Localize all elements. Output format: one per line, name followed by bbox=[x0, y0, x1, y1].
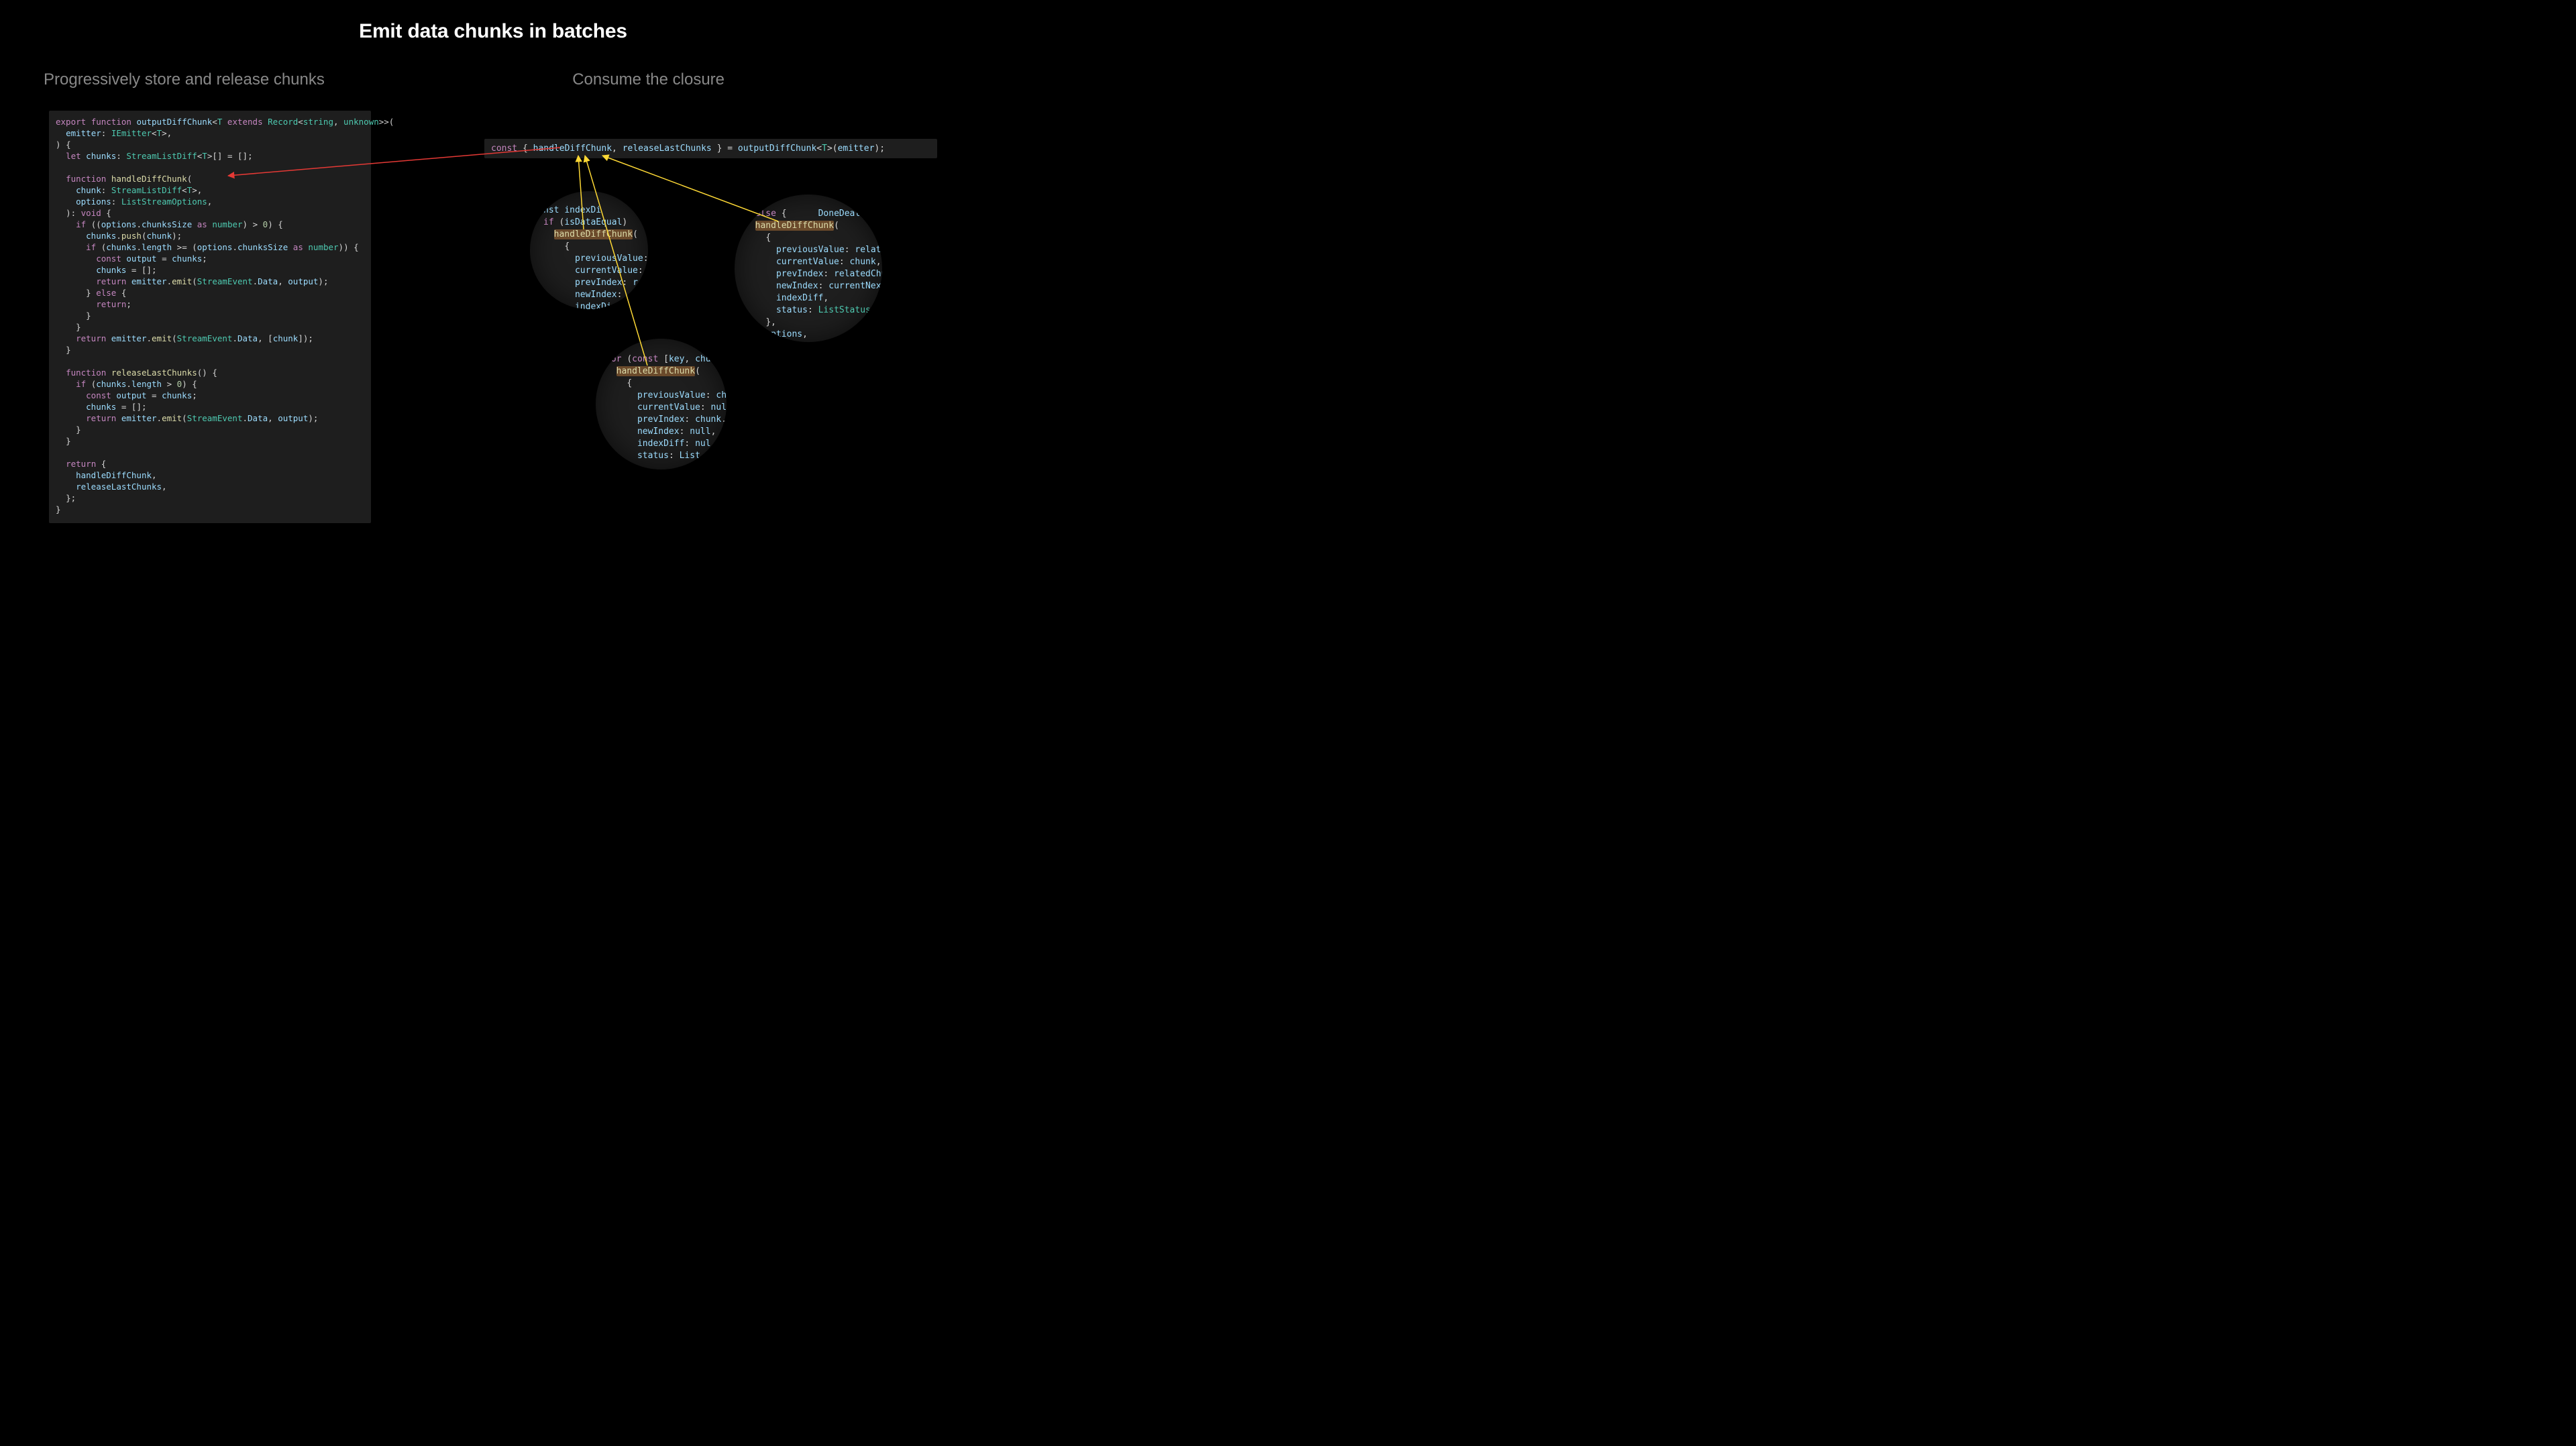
subtitle-left: Progressively store and release chunks bbox=[44, 70, 325, 89]
subtitle-right: Consume the closure bbox=[572, 70, 724, 89]
code-panel-consume: const { handleDiffChunk, releaseLastChun… bbox=[484, 139, 937, 158]
slide-title: Emit data chunks in batches bbox=[0, 0, 986, 43]
code-bubble-1: nst indexDi if (isDataEqual) handleDiffC… bbox=[530, 191, 648, 309]
code-bubble-3: for (const [key, chu handleDiffChunk( { … bbox=[596, 339, 727, 469]
code-bubble-2: } else { DoneDeal0, handleDiffChunk( { p… bbox=[735, 194, 882, 342]
code-panel-main: export function outputDiffChunk<T extend… bbox=[49, 111, 371, 523]
